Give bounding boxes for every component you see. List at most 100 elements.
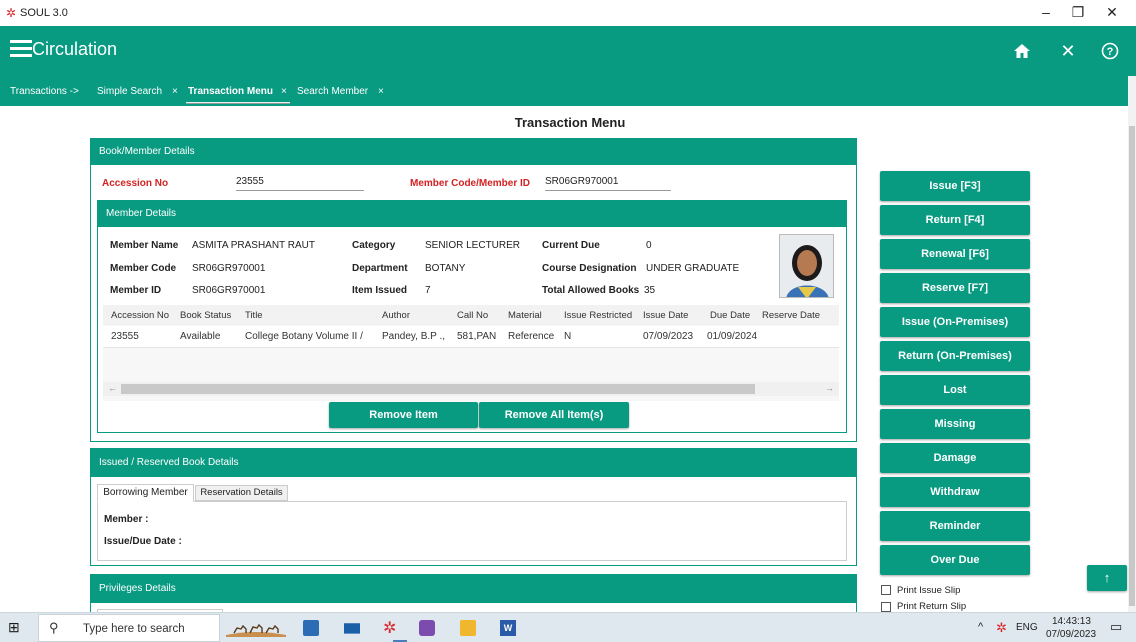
- col-material-header[interactable]: Material: [508, 310, 542, 321]
- clock-time[interactable]: 14:43:13: [1052, 616, 1091, 627]
- reserve-button[interactable]: Reserve [F7]: [880, 273, 1030, 303]
- tab-simple-search-close-icon[interactable]: ×: [172, 86, 178, 97]
- print-return-slip-checkbox[interactable]: [881, 602, 891, 612]
- notification-icon[interactable]: ▭: [1110, 619, 1122, 635]
- file-explorer-icon[interactable]: [460, 620, 476, 636]
- app-header: Circulation ✕ ?: [0, 26, 1136, 76]
- scroll-right-arrow-icon[interactable]: →: [825, 383, 834, 393]
- close-module-icon[interactable]: ✕: [1056, 39, 1080, 63]
- total-allowed-value: 35: [644, 285, 656, 296]
- tab-borrowing-member[interactable]: Borrowing Member: [97, 484, 194, 502]
- scroll-thumb[interactable]: [121, 384, 755, 394]
- page-title: Transaction Menu: [514, 115, 626, 130]
- remove-item-button[interactable]: Remove Item: [329, 402, 478, 428]
- breadcrumb-prefix: Transactions ->: [10, 86, 79, 97]
- tab-simple-search[interactable]: Simple Search: [97, 86, 162, 97]
- col-issue-restricted-header[interactable]: Issue Restricted: [564, 310, 632, 321]
- course-designation-label: Course Designation: [542, 263, 637, 274]
- accession-input[interactable]: 23555: [236, 176, 364, 191]
- windows-start-icon[interactable]: ⊞: [8, 619, 20, 636]
- member-label: Member :: [104, 514, 149, 525]
- help-icon[interactable]: ?: [1098, 39, 1122, 63]
- member-id-label: Member ID: [110, 285, 162, 296]
- tray-expand-icon[interactable]: ^: [978, 621, 983, 633]
- window-titlebar: ✲ SOUL 3.0 – ❐ ✕: [0, 0, 1136, 26]
- language-indicator[interactable]: ENG: [1016, 622, 1038, 633]
- damage-button[interactable]: Damage: [880, 443, 1030, 473]
- missing-button[interactable]: Missing: [880, 409, 1030, 439]
- close-window-button[interactable]: ✕: [1097, 4, 1127, 21]
- tab-transaction-menu-close-icon[interactable]: ×: [281, 86, 287, 97]
- withdraw-button[interactable]: Withdraw: [880, 477, 1030, 507]
- table-horizontal-scrollbar[interactable]: ← →: [103, 382, 839, 396]
- accession-label: Accession No: [102, 178, 169, 189]
- tab-bar: Transactions -> Simple Search × Transact…: [0, 76, 1128, 106]
- over-due-button[interactable]: Over Due: [880, 545, 1030, 575]
- store-app-icon[interactable]: [303, 620, 319, 636]
- col-call-no-header[interactable]: Call No: [457, 310, 488, 321]
- print-issue-slip-label: Print Issue Slip: [897, 585, 961, 596]
- renewal-button[interactable]: Renewal [F6]: [880, 239, 1030, 269]
- cell-due-date: 01/09/2024: [707, 331, 758, 342]
- window-title: SOUL 3.0: [20, 7, 68, 19]
- tab-transaction-menu[interactable]: Transaction Menu: [188, 86, 273, 97]
- tray-soul-icon[interactable]: ✲: [996, 620, 1007, 636]
- cell-accession: 23555: [111, 331, 139, 342]
- category-value: SENIOR LECTURER: [425, 240, 521, 251]
- paint-app-icon[interactable]: [419, 620, 435, 636]
- borrowing-member-tab-content: [97, 501, 847, 561]
- taskbar-search-box[interactable]: ⚲ Type here to search: [38, 614, 220, 642]
- scroll-to-top-button[interactable]: ↑: [1087, 565, 1127, 591]
- tab-search-member[interactable]: Search Member: [297, 86, 368, 97]
- app-logo-icon: ✲: [6, 6, 17, 20]
- table-row[interactable]: 23555 Available College Botany Volume II…: [103, 326, 839, 348]
- word-app-icon[interactable]: W: [500, 620, 516, 636]
- search-icon: ⚲: [49, 620, 59, 635]
- col-issue-date-header[interactable]: Issue Date: [643, 310, 688, 321]
- issue-button[interactable]: Issue [F3]: [880, 171, 1030, 201]
- issue-due-date-label: Issue/Due Date :: [104, 536, 182, 547]
- cell-material: Reference: [508, 331, 555, 342]
- return-on-premises-button[interactable]: Return (On-Premises): [880, 341, 1030, 371]
- module-title: Circulation: [32, 39, 118, 59]
- windows-taskbar: ⊞ ⚲ Type here to search ✲ W ^ ✲ ENG 14:4…: [0, 612, 1136, 642]
- print-return-slip-label: Print Return Slip: [897, 601, 967, 612]
- course-designation-value: UNDER GRADUATE: [646, 263, 740, 274]
- member-code-input[interactable]: SR06GR970001: [545, 176, 671, 191]
- member-name-label: Member Name: [110, 240, 179, 251]
- cell-book-status: Available: [180, 331, 221, 342]
- issue-on-premises-button[interactable]: Issue (On-Premises): [880, 307, 1030, 337]
- tab-search-member-close-icon[interactable]: ×: [378, 86, 384, 97]
- col-author-header[interactable]: Author: [382, 310, 410, 321]
- department-label: Department: [352, 263, 408, 274]
- mail-app-icon[interactable]: [344, 623, 360, 634]
- col-book-status-header[interactable]: Book Status: [180, 310, 231, 321]
- camels-desert-icon: [226, 619, 286, 637]
- maximize-button[interactable]: ❐: [1063, 4, 1093, 21]
- col-reserve-date-header[interactable]: Reserve Date: [762, 310, 820, 321]
- scroll-left-arrow-icon[interactable]: ←: [108, 383, 117, 393]
- hamburger-menu-icon[interactable]: [10, 40, 32, 57]
- page-scrollbar[interactable]: [1128, 76, 1136, 612]
- item-issued-value: 7: [425, 285, 431, 296]
- remove-all-items-button[interactable]: Remove All Item(s): [479, 402, 629, 428]
- issued-reserved-header: Issued / Reserved Book Details: [91, 449, 856, 477]
- col-due-date-header[interactable]: Due Date: [710, 310, 750, 321]
- cell-call-no: 581,PAN: [457, 331, 497, 342]
- col-accession-header[interactable]: Accession No: [111, 310, 169, 321]
- minimize-button[interactable]: –: [1031, 4, 1061, 20]
- reminder-button[interactable]: Reminder: [880, 511, 1030, 541]
- return-button[interactable]: Return [F4]: [880, 205, 1030, 235]
- home-icon[interactable]: [1010, 39, 1034, 63]
- member-photo: [779, 234, 834, 298]
- tab-reservation-details[interactable]: Reservation Details: [195, 485, 288, 501]
- print-issue-slip-checkbox[interactable]: [881, 585, 891, 595]
- lost-button[interactable]: Lost: [880, 375, 1030, 405]
- member-id-value: SR06GR970001: [192, 285, 266, 296]
- col-title-header[interactable]: Title: [245, 310, 263, 321]
- member-code-field-label: Member Code: [110, 263, 177, 274]
- svg-text:?: ?: [1107, 46, 1114, 58]
- soul-app-icon[interactable]: ✲: [383, 618, 399, 637]
- clock-date[interactable]: 07/09/2023: [1046, 629, 1096, 640]
- member-details-header: Member Details: [98, 201, 846, 227]
